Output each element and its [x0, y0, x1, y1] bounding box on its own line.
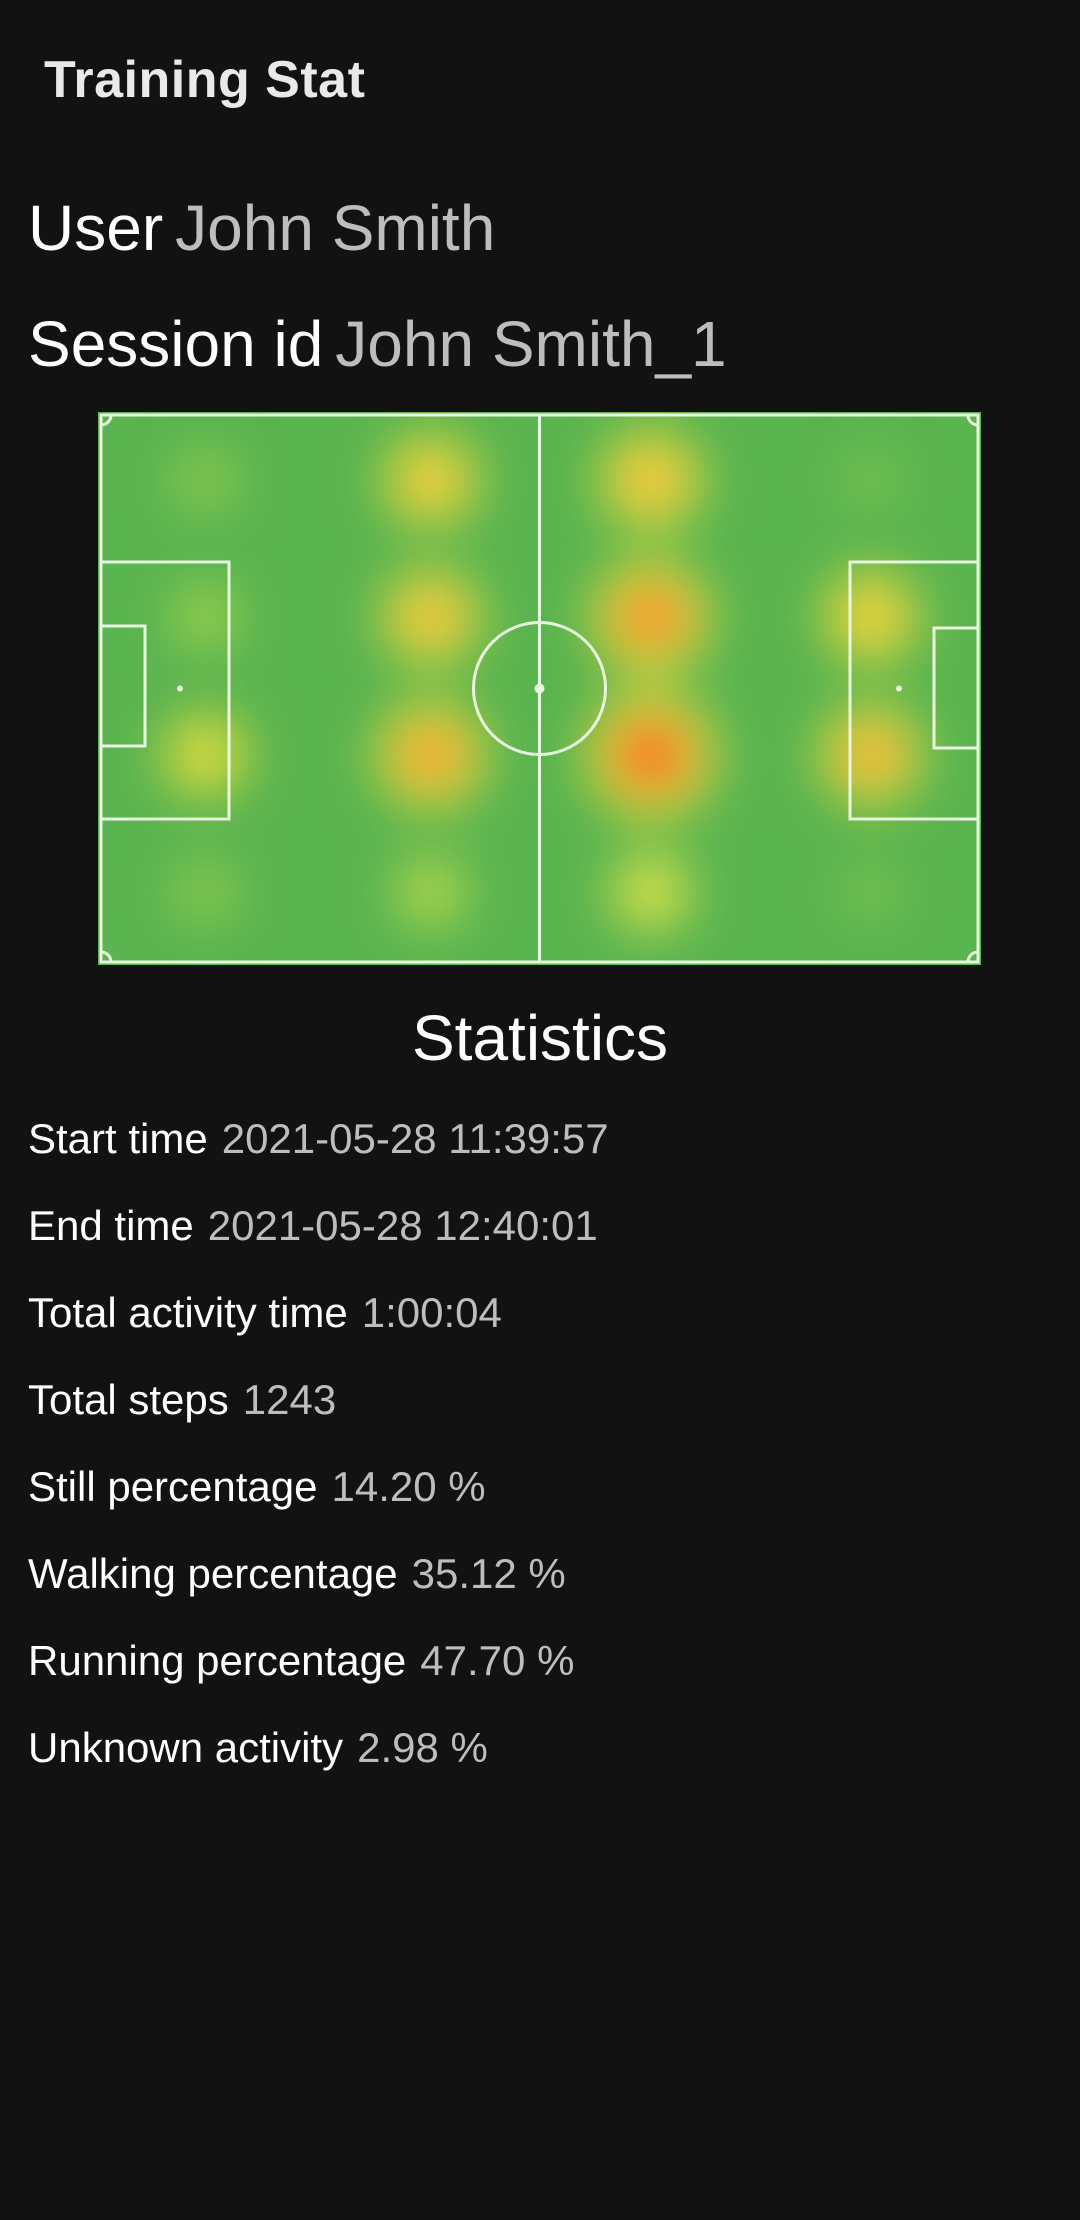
- left-penalty-spot: [177, 685, 183, 692]
- stat-label: Unknown activity: [28, 1724, 344, 1771]
- stat-label: Total activity time: [28, 1289, 348, 1336]
- session-line: Session id John Smith_1: [28, 306, 727, 382]
- stat-label: Total steps: [28, 1376, 229, 1423]
- heat-spot: [413, 462, 449, 498]
- statistics-heading: Statistics: [411, 1002, 669, 1074]
- stat-row-unknown-activity: Unknown activity 2.98 %: [28, 1721, 488, 1775]
- heat-spot: [855, 601, 887, 633]
- right-penalty-spot: [896, 685, 902, 692]
- heat-spot: [849, 733, 893, 777]
- stat-row-walking-percentage: Walking percentage 35.12 %: [28, 1547, 566, 1601]
- stat-row-total-activity-time: Total activity time 1:00:04: [28, 1286, 502, 1340]
- stat-label: Walking percentage: [28, 1550, 398, 1597]
- stat-row-running-percentage: Running percentage 47.70 %: [28, 1634, 574, 1688]
- heat-spot: [845, 866, 897, 918]
- pitch-heatmap-svg: [98, 412, 981, 965]
- heat-spot: [175, 450, 235, 510]
- stat-value: 1243: [242, 1376, 337, 1423]
- stat-value: 2021-05-28 12:40:01: [207, 1202, 598, 1249]
- stat-label: Running percentage: [28, 1637, 407, 1684]
- heat-spot: [175, 862, 235, 922]
- stat-value: 35.12 %: [411, 1550, 566, 1597]
- stat-label: Still percentage: [28, 1463, 318, 1510]
- stat-value: 14.20 %: [331, 1463, 486, 1510]
- heat-spot: [615, 719, 687, 791]
- stat-label: End time: [28, 1202, 194, 1249]
- heat-spot: [397, 858, 465, 926]
- session-value: John Smith_1: [335, 308, 727, 380]
- stat-label: Start time: [28, 1115, 208, 1162]
- stat-row-total-steps: Total steps 1243: [28, 1373, 336, 1427]
- heat-spot: [405, 729, 457, 781]
- user-label: User: [28, 192, 164, 264]
- app-bar: Training Stat: [0, 0, 1080, 160]
- heat-spot: [845, 454, 897, 506]
- stat-row-start-time: Start time 2021-05-28 11:39:57: [28, 1112, 609, 1166]
- heat-spot: [621, 587, 681, 647]
- stat-value: 2.98 %: [357, 1724, 488, 1771]
- stat-row-still-percentage: Still percentage 14.20 %: [28, 1460, 486, 1514]
- heat-spot: [175, 587, 235, 647]
- user-value: John Smith: [175, 192, 496, 264]
- pitch-heatmap: [98, 412, 981, 965]
- heat-spot: [165, 715, 245, 795]
- heat-spot: [411, 597, 451, 637]
- center-spot: [534, 683, 545, 694]
- stat-value: 1:00:04: [361, 1289, 502, 1336]
- heat-spot: [631, 460, 671, 500]
- stat-row-end-time: End time 2021-05-28 12:40:01: [28, 1199, 598, 1253]
- app-title: Training Stat: [44, 51, 366, 109]
- session-label: Session id: [28, 308, 324, 380]
- stat-value: 47.70 %: [420, 1637, 575, 1684]
- heat-spot: [613, 854, 689, 930]
- stat-value: 2021-05-28 11:39:57: [221, 1115, 609, 1162]
- user-line: User John Smith: [28, 190, 495, 266]
